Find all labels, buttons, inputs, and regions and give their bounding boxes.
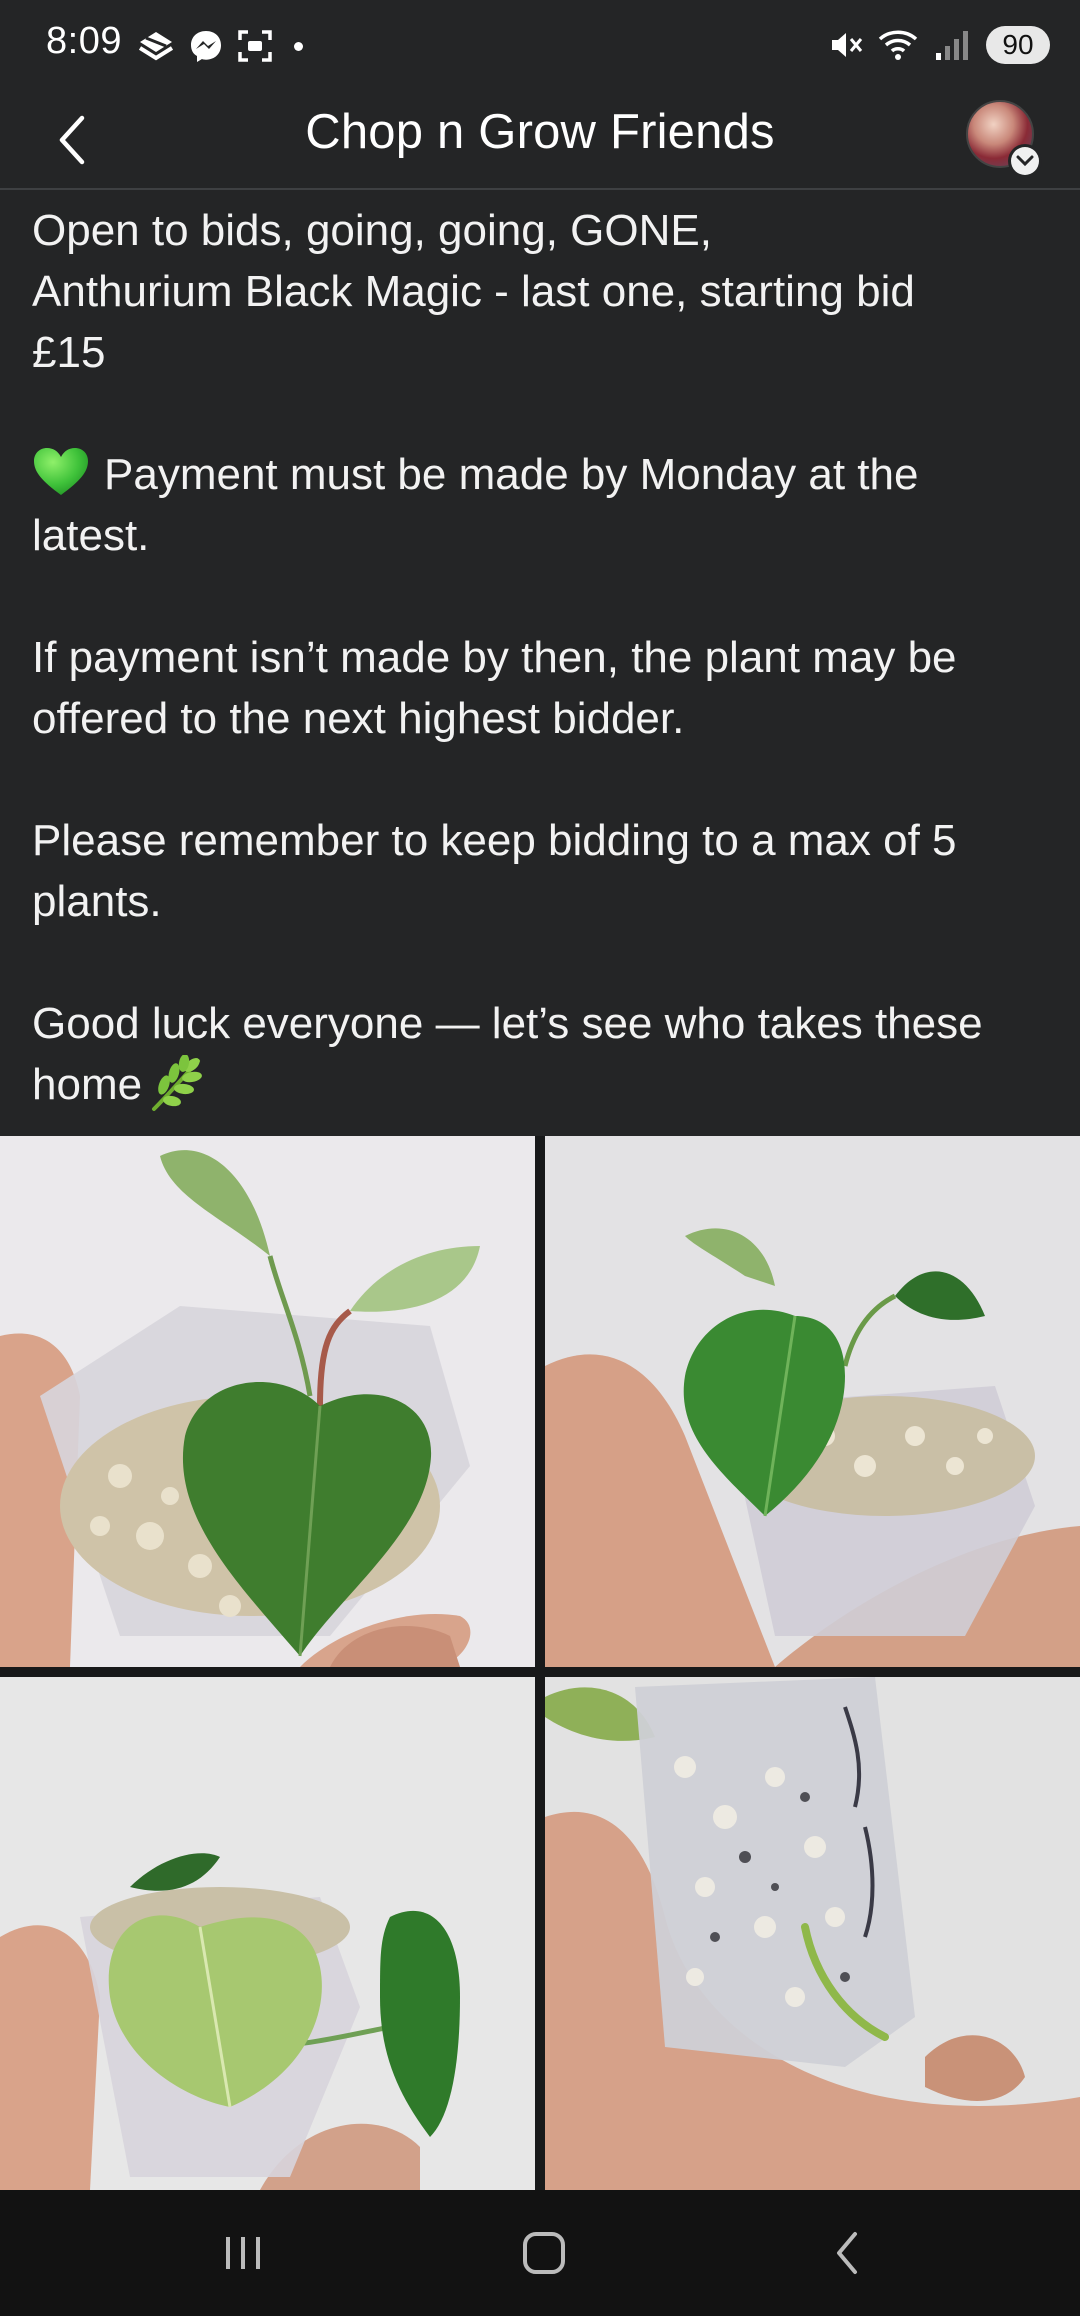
wifi-icon: [878, 30, 918, 60]
chevron-down-icon: [1016, 155, 1034, 167]
green-heart-icon: [34, 448, 88, 495]
post-line: Anthurium Black Magic - last one, starti…: [32, 267, 915, 316]
post-paragraph: Please remember to keep bidding to a max…: [32, 810, 1052, 932]
signal-icon: [936, 31, 968, 60]
plant-photo-4[interactable]: [545, 1677, 1080, 2190]
post-line: Good luck everyone — let’s see who takes…: [32, 999, 983, 1048]
avatar-badge: [1008, 144, 1042, 178]
profile-avatar-button[interactable]: [966, 100, 1042, 178]
post-line: If payment isn’t made by then, the plant…: [32, 633, 957, 682]
post-paragraph: Open to bids, going, going, GONE, Anthur…: [32, 200, 1052, 383]
post-body: Open to bids, going, going, GONE, Anthur…: [32, 200, 1052, 1115]
dot-indicator: [294, 41, 303, 51]
status-time: 8:09: [46, 20, 122, 62]
post-line: plants.: [32, 877, 162, 926]
mute-icon: [832, 33, 863, 57]
post-line: £15: [32, 328, 106, 377]
herb-icon: [152, 1055, 202, 1111]
app-notification-icon: [138, 32, 174, 61]
post-line: Open to bids, going, going, GONE,: [32, 206, 712, 255]
post-line: Payment must be made by Monday at the: [104, 450, 919, 499]
status-left-icons: [136, 28, 303, 64]
plant-photo-3[interactable]: [0, 1677, 535, 2190]
system-nav-bar: [0, 2190, 1080, 2316]
post-line: home: [32, 1060, 143, 1109]
post-paragraph: If payment isn’t made by then, the plant…: [32, 627, 1052, 749]
messenger-icon: [191, 31, 221, 62]
plant-photo-1[interactable]: [0, 1136, 535, 1667]
post-line: Please remember to keep bidding to a max…: [32, 816, 957, 865]
post-paragraph: Payment must be made by Monday at the la…: [32, 444, 1052, 566]
status-right-icons: 90: [828, 26, 1050, 64]
recent-apps-icon: [226, 2237, 260, 2269]
post-paragraph: Good luck everyone — let’s see who takes…: [32, 993, 1052, 1115]
photo-grid: [0, 1136, 1080, 2190]
back-icon: [837, 2232, 857, 2274]
post-line: latest.: [32, 511, 150, 560]
battery-indicator: 90: [986, 26, 1050, 64]
system-back-button[interactable]: [807, 2220, 887, 2286]
post-line: offered to the next highest bidder.: [32, 694, 685, 743]
group-title[interactable]: Chop n Grow Friends: [0, 104, 1080, 160]
group-header: Chop n Grow Friends: [0, 90, 1080, 190]
recent-apps-button[interactable]: [203, 2220, 283, 2286]
home-icon: [523, 2232, 565, 2274]
status-bar: 8:09 90: [0, 0, 1080, 90]
screenshot-icon: [238, 30, 272, 62]
plant-photo-2[interactable]: [545, 1136, 1080, 1667]
home-button[interactable]: [504, 2220, 584, 2286]
